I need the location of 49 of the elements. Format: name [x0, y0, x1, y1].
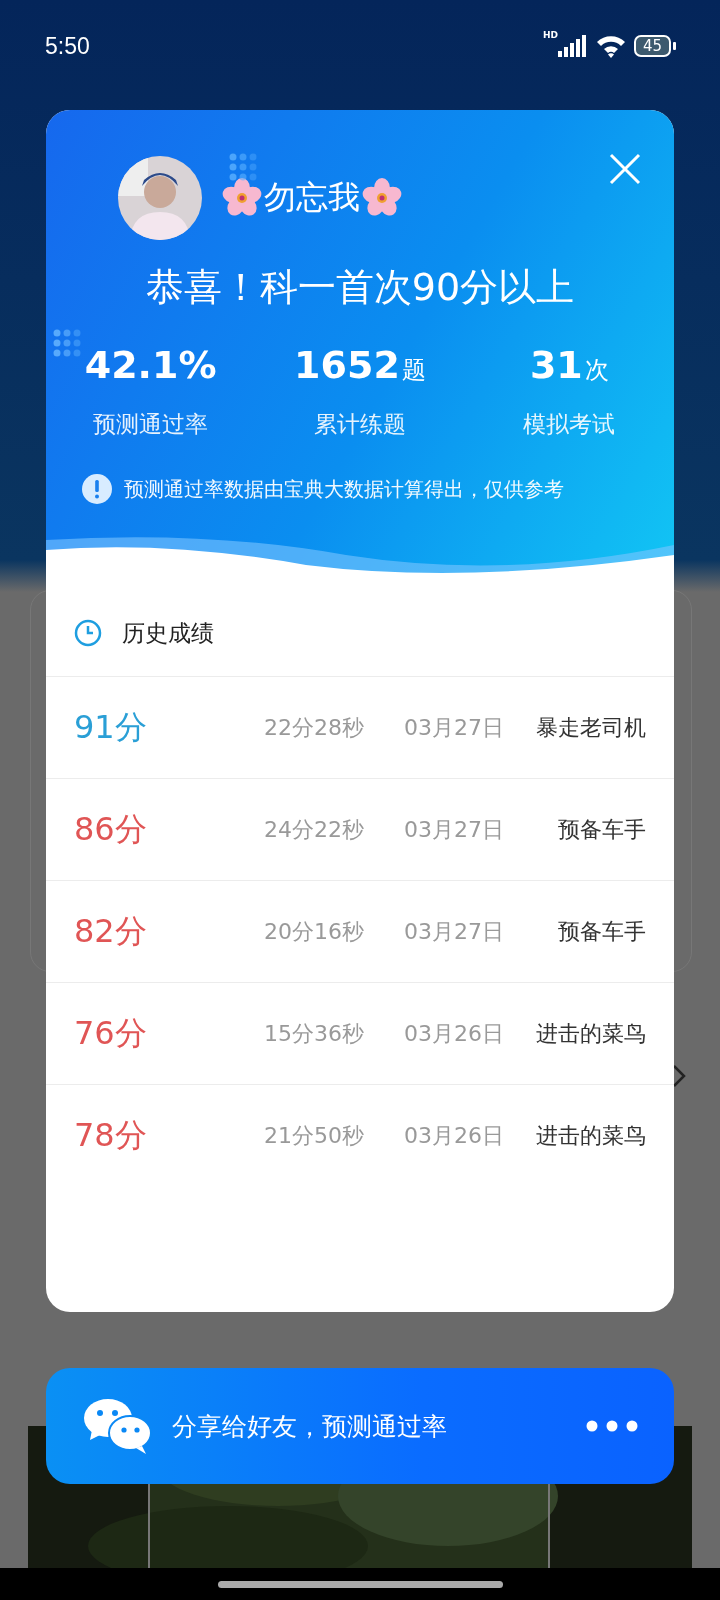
rank-title: 暴走老司机	[535, 713, 646, 742]
exam-date: 03月26日	[403, 1019, 504, 1048]
home-indicator[interactable]	[217, 1580, 503, 1588]
exam-date: 03月27日	[403, 917, 504, 946]
chevron-right-icon	[672, 1064, 686, 1088]
dots-decoration	[228, 152, 258, 182]
info-icon	[82, 474, 112, 504]
clock-icon	[74, 619, 102, 647]
section-title: 历史成绩	[122, 618, 214, 648]
stat-label: 预测通过率	[93, 410, 209, 439]
notice-text: 预测通过率数据由宝典大数据计算得出，仅供参考	[124, 475, 564, 503]
stat-value: 42.1%	[84, 343, 217, 387]
rank-title: 预备车手	[557, 815, 646, 844]
score: 76分	[74, 1012, 148, 1054]
dots-decoration	[52, 328, 82, 358]
share-button[interactable]: 分享给好友，预测通过率	[46, 1368, 674, 1484]
duration: 21分50秒	[263, 1121, 364, 1150]
rank-title: 进击的菜鸟	[535, 1121, 646, 1150]
duration: 15分36秒	[263, 1019, 364, 1048]
duration: 22分28秒	[263, 713, 364, 742]
duration: 20分16秒	[263, 917, 364, 946]
headline: 恭喜！科一首次90分以上	[145, 264, 575, 311]
score: 91分	[74, 706, 148, 748]
score: 86分	[74, 808, 148, 850]
user-name: 勿忘我	[264, 177, 360, 218]
stat-unit: 题	[401, 355, 426, 386]
battery-level: 45	[633, 35, 671, 57]
exam-date: 03月27日	[403, 815, 504, 844]
exam-date: 03月26日	[403, 1121, 504, 1150]
duration: 24分22秒	[263, 815, 364, 844]
stat-label: 模拟考试	[523, 410, 616, 439]
wifi-icon	[595, 34, 626, 58]
score: 78分	[74, 1114, 148, 1156]
close-button[interactable]	[608, 152, 642, 186]
flower-icon	[222, 178, 262, 218]
stat-label: 累计练题	[314, 410, 406, 439]
rank-title: 预备车手	[557, 917, 646, 946]
rank-title: 进击的菜鸟	[535, 1019, 646, 1048]
stat-unit: 次	[584, 355, 609, 386]
score: 82分	[74, 910, 148, 952]
network-type: HD	[542, 30, 558, 40]
clock-time: 5:50	[45, 32, 90, 60]
stat-value: 1652	[294, 343, 400, 387]
flower-icon	[362, 178, 402, 218]
signal-icon	[557, 35, 588, 57]
exam-date: 03月27日	[403, 713, 504, 742]
chat-bubbles-icon	[84, 1398, 152, 1454]
stat-value: 31	[529, 343, 583, 387]
more-icon	[586, 1420, 638, 1432]
